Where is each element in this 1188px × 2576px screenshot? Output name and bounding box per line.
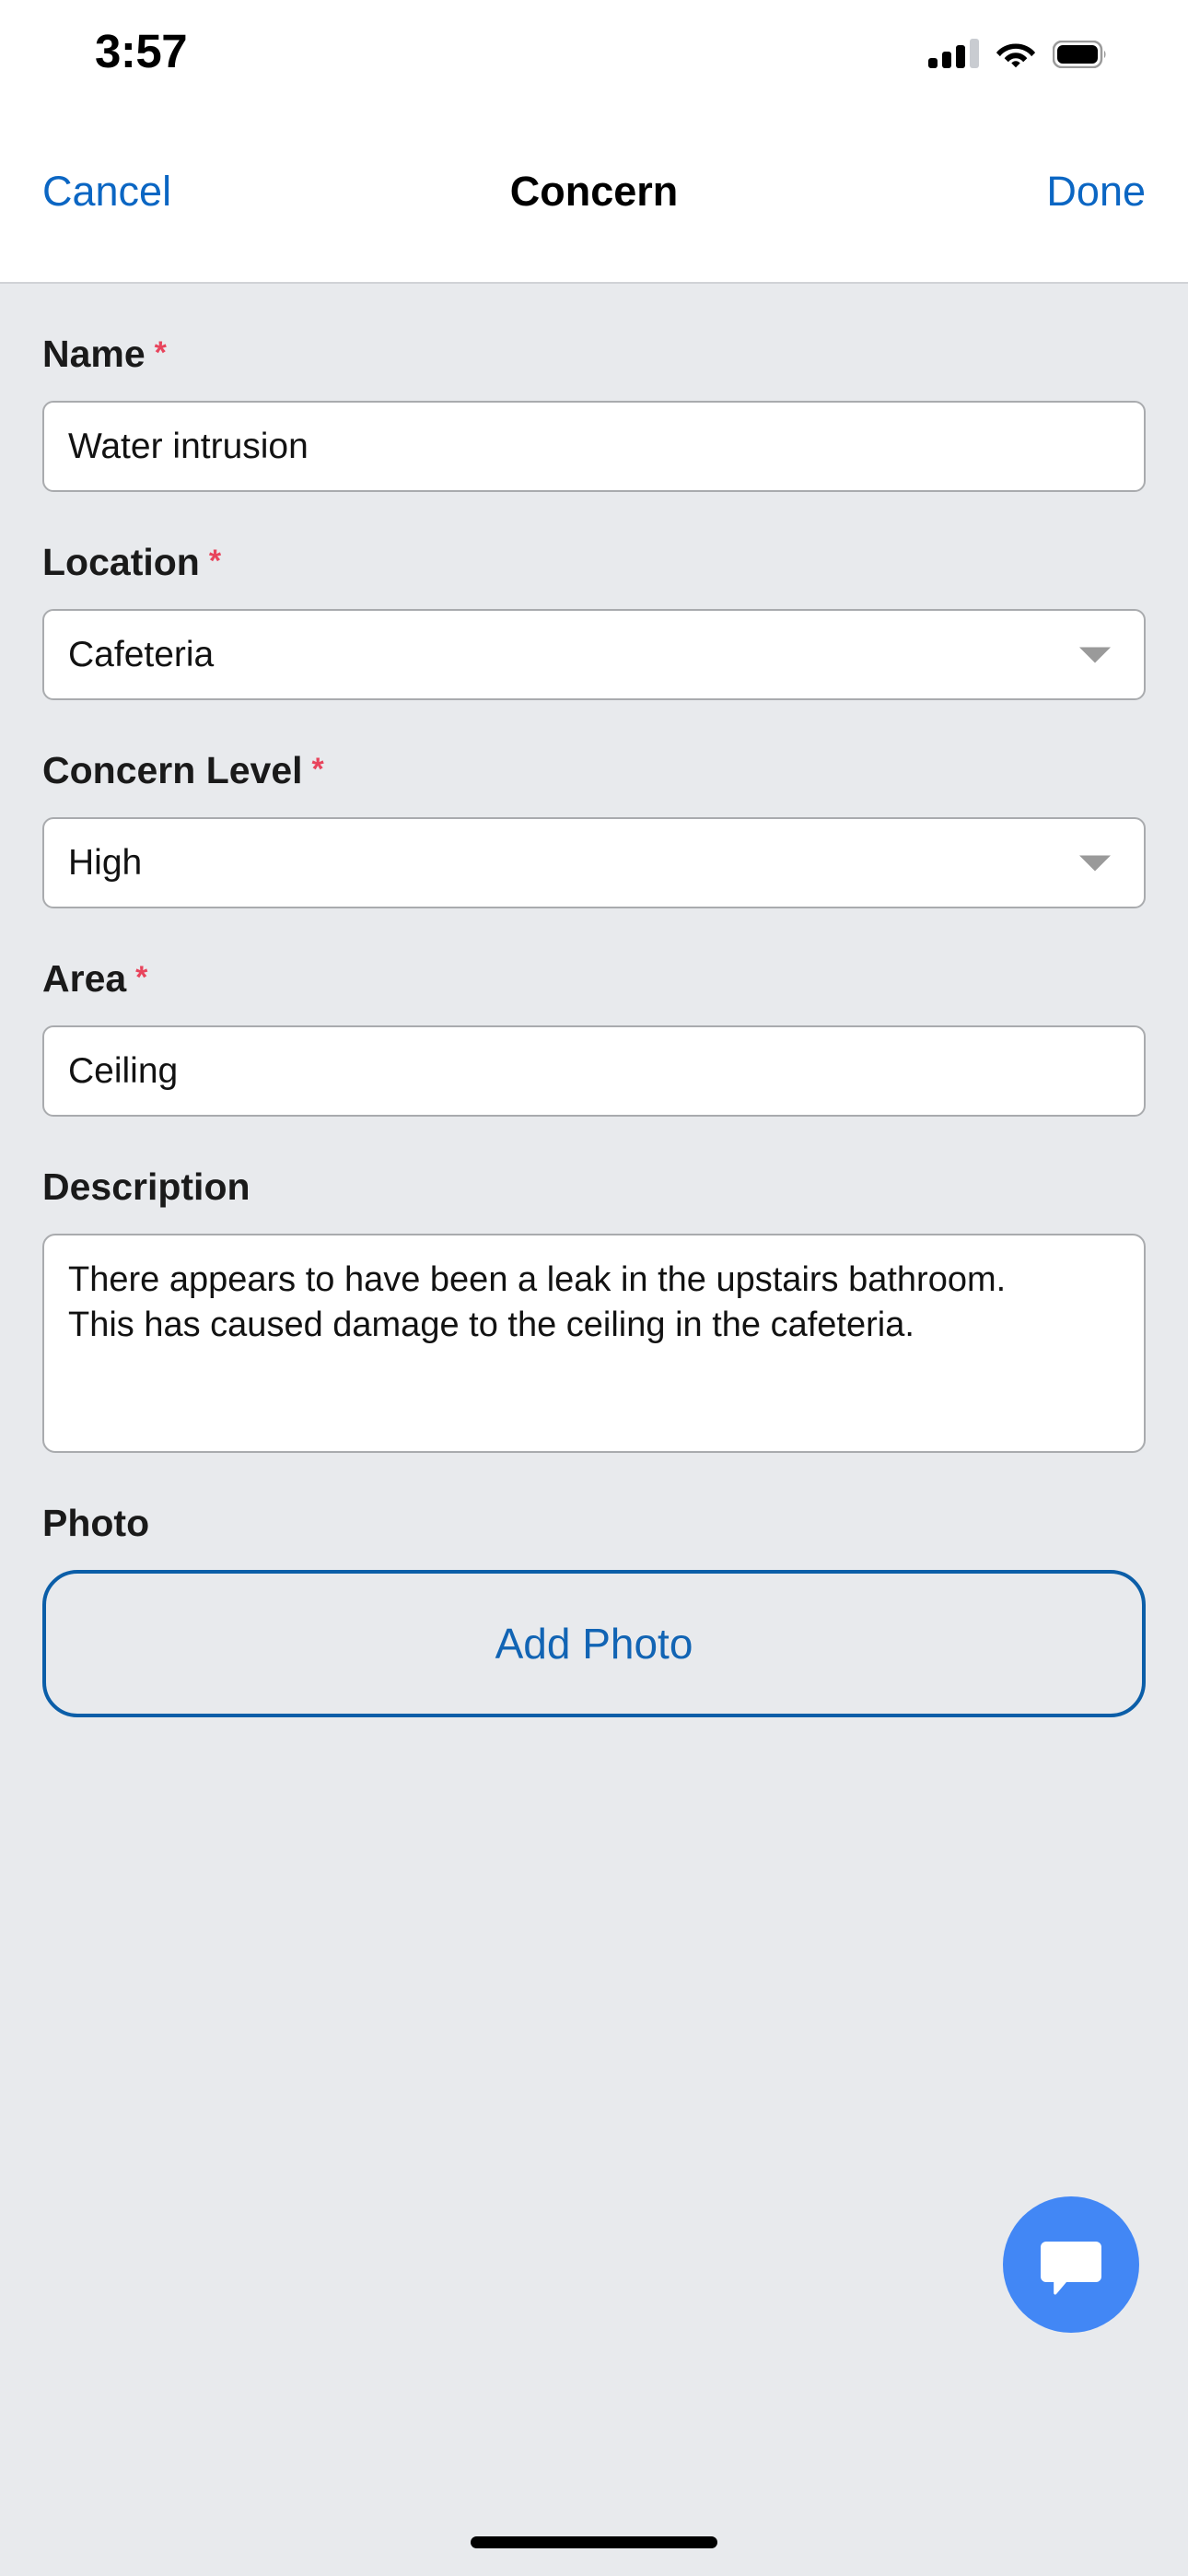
home-indicator[interactable] — [471, 2536, 717, 2548]
area-label-text: Area — [42, 957, 127, 1000]
wifi-icon — [996, 43, 1036, 68]
add-photo-button-label: Add Photo — [495, 1620, 693, 1668]
concern-level-field-label: Concern Level * — [42, 752, 1146, 790]
status-bar-time: 3:57 — [95, 25, 188, 77]
cellular-signal-icon — [928, 39, 979, 68]
done-button[interactable]: Done — [1046, 168, 1146, 216]
name-input-value: Water intrusion — [68, 427, 309, 466]
chevron-down-icon — [1079, 647, 1111, 662]
status-bar: 3:57 — [0, 0, 1188, 101]
battery-icon — [1053, 41, 1106, 68]
required-asterisk: * — [135, 960, 148, 995]
description-label-text: Description — [42, 1165, 250, 1208]
app-screen: 3:57 Cancel Concern Done Name * Water in… — [0, 0, 1188, 2576]
name-field-label: Name * — [42, 335, 1146, 373]
concern-level-dropdown[interactable]: High — [42, 817, 1146, 908]
chat-bubble-icon — [1041, 2242, 1101, 2295]
area-field-label: Area * — [42, 960, 1146, 998]
location-dropdown[interactable]: Cafeteria — [42, 609, 1146, 700]
cancel-button[interactable]: Cancel — [42, 168, 171, 216]
concern-form: Name * Water intrusion Location * Cafete… — [0, 335, 1188, 1717]
photo-label-text: Photo — [42, 1502, 150, 1544]
concern-level-label-text: Concern Level — [42, 749, 303, 791]
name-input[interactable]: Water intrusion — [42, 401, 1146, 492]
photo-section-label: Photo — [42, 1505, 1146, 1542]
required-asterisk: * — [154, 335, 167, 370]
description-field-label: Description — [42, 1168, 1146, 1206]
location-field-label: Location * — [42, 544, 1146, 581]
chat-support-button[interactable] — [1003, 2196, 1139, 2333]
status-bar-indicators — [928, 29, 1107, 68]
add-photo-button[interactable]: Add Photo — [42, 1570, 1146, 1717]
concern-level-dropdown-value: High — [68, 843, 143, 883]
location-label-text: Location — [42, 541, 200, 583]
location-dropdown-value: Cafeteria — [68, 635, 215, 674]
required-asterisk: * — [311, 752, 324, 787]
area-input[interactable]: Ceiling — [42, 1025, 1146, 1117]
area-input-value: Ceiling — [68, 1051, 179, 1091]
description-textarea-value: There appears to have been a leak in the… — [68, 1260, 1007, 1344]
description-textarea[interactable]: There appears to have been a leak in the… — [42, 1234, 1146, 1453]
required-asterisk: * — [208, 544, 222, 579]
name-label-text: Name — [42, 333, 146, 375]
page-title: Concern — [509, 168, 679, 215]
navigation-bar: Cancel Concern Done — [0, 101, 1188, 284]
chevron-down-icon — [1079, 855, 1111, 871]
